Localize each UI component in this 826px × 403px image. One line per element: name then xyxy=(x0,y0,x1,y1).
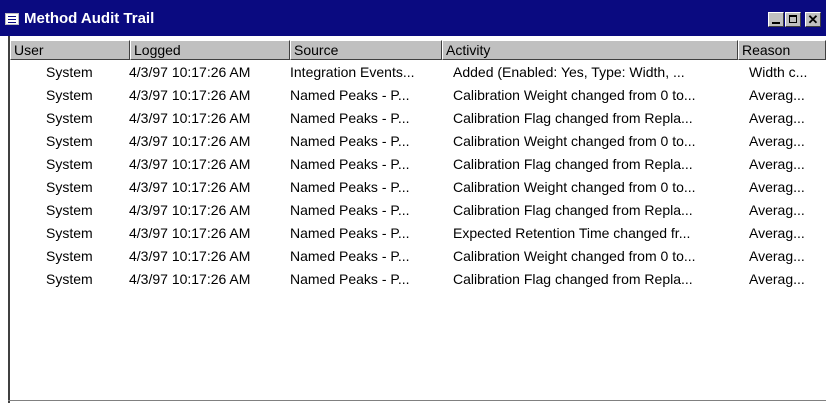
cell-reason: Averag... xyxy=(749,271,805,287)
cell-reason: Averag... xyxy=(749,202,805,218)
window-menu-icon[interactable] xyxy=(5,13,19,25)
cell-reason: Averag... xyxy=(749,156,805,172)
cell-reason: Averag... xyxy=(749,179,805,195)
table-row[interactable]: System 4/3/97 10:17:26 AM Named Peaks - … xyxy=(10,107,826,130)
cell-source: Named Peaks - P... xyxy=(290,271,410,287)
cell-reason: Averag... xyxy=(749,110,805,126)
cell-logged: 4/3/97 10:17:26 AM xyxy=(129,202,251,218)
cell-activity: Calibration Flag changed from Repla... xyxy=(453,271,693,287)
maximize-button[interactable] xyxy=(785,12,801,27)
table-row[interactable]: System 4/3/97 10:17:26 AM Integration Ev… xyxy=(10,61,826,84)
cell-user: System xyxy=(46,179,93,195)
cell-logged: 4/3/97 10:17:26 AM xyxy=(129,87,251,103)
cell-reason: Averag... xyxy=(749,248,805,264)
cell-user: System xyxy=(46,248,93,264)
window-title: Method Audit Trail xyxy=(24,10,155,27)
cell-logged: 4/3/97 10:17:26 AM xyxy=(129,110,251,126)
maximize-icon xyxy=(789,15,797,23)
minimize-icon xyxy=(772,22,780,24)
cell-user: System xyxy=(46,64,93,80)
cell-user: System xyxy=(46,87,93,103)
cell-reason: Averag... xyxy=(749,133,805,149)
audit-trail-list[interactable]: User Logged Source Activity Reason Syste… xyxy=(8,36,826,403)
table-row[interactable]: System 4/3/97 10:17:26 AM Named Peaks - … xyxy=(10,176,826,199)
cell-user: System xyxy=(46,225,93,241)
cell-source: Named Peaks - P... xyxy=(290,225,410,241)
cell-reason: Width c... xyxy=(749,64,808,80)
cell-activity: Calibration Flag changed from Repla... xyxy=(453,156,693,172)
column-header-user[interactable]: User xyxy=(10,40,130,60)
close-button[interactable]: ✕ xyxy=(805,12,821,27)
cell-reason: Averag... xyxy=(749,87,805,103)
table-row[interactable]: System 4/3/97 10:17:26 AM Named Peaks - … xyxy=(10,268,826,291)
cell-activity: Calibration Weight changed from 0 to... xyxy=(453,133,696,149)
table-row[interactable]: System 4/3/97 10:17:26 AM Named Peaks - … xyxy=(10,199,826,222)
minimize-button[interactable] xyxy=(768,12,784,27)
table-row[interactable]: System 4/3/97 10:17:26 AM Named Peaks - … xyxy=(10,130,826,153)
cell-user: System xyxy=(46,271,93,287)
cell-activity: Calibration Weight changed from 0 to... xyxy=(453,248,696,264)
cell-source: Integration Events... xyxy=(290,64,415,80)
method-audit-trail-window: Method Audit Trail ✕ User Logged Source … xyxy=(0,0,826,403)
table-row[interactable]: System 4/3/97 10:17:26 AM Named Peaks - … xyxy=(10,153,826,176)
cell-logged: 4/3/97 10:17:26 AM xyxy=(129,64,251,80)
column-header-reason[interactable]: Reason xyxy=(738,40,826,60)
table-row[interactable]: System 4/3/97 10:17:26 AM Named Peaks - … xyxy=(10,84,826,107)
cell-user: System xyxy=(46,133,93,149)
cell-source: Named Peaks - P... xyxy=(290,179,410,195)
cell-source: Named Peaks - P... xyxy=(290,87,410,103)
cell-source: Named Peaks - P... xyxy=(290,110,410,126)
list-bottom-border xyxy=(8,400,826,401)
cell-logged: 4/3/97 10:17:26 AM xyxy=(129,179,251,195)
cell-logged: 4/3/97 10:17:26 AM xyxy=(129,156,251,172)
cell-logged: 4/3/97 10:17:26 AM xyxy=(129,271,251,287)
column-header-activity[interactable]: Activity xyxy=(442,40,738,60)
column-header-logged[interactable]: Logged xyxy=(130,40,290,60)
cell-activity: Calibration Flag changed from Repla... xyxy=(453,202,693,218)
cell-source: Named Peaks - P... xyxy=(290,248,410,264)
cell-logged: 4/3/97 10:17:26 AM xyxy=(129,133,251,149)
title-bar[interactable]: Method Audit Trail ✕ xyxy=(0,0,826,36)
cell-activity: Added (Enabled: Yes, Type: Width, ... xyxy=(453,64,685,80)
cell-activity: Calibration Flag changed from Repla... xyxy=(453,110,693,126)
cell-user: System xyxy=(46,156,93,172)
cell-activity: Calibration Weight changed from 0 to... xyxy=(453,87,696,103)
cell-source: Named Peaks - P... xyxy=(290,133,410,149)
cell-activity: Expected Retention Time changed fr... xyxy=(453,225,691,241)
cell-activity: Calibration Weight changed from 0 to... xyxy=(453,179,696,195)
cell-logged: 4/3/97 10:17:26 AM xyxy=(129,248,251,264)
list-header: User Logged Source Activity Reason xyxy=(10,40,826,60)
column-header-source[interactable]: Source xyxy=(290,40,442,60)
cell-user: System xyxy=(46,202,93,218)
table-row[interactable]: System 4/3/97 10:17:26 AM Named Peaks - … xyxy=(10,245,826,268)
cell-source: Named Peaks - P... xyxy=(290,202,410,218)
cell-source: Named Peaks - P... xyxy=(290,156,410,172)
table-row[interactable]: System 4/3/97 10:17:26 AM Named Peaks - … xyxy=(10,222,826,245)
cell-user: System xyxy=(46,110,93,126)
cell-logged: 4/3/97 10:17:26 AM xyxy=(129,225,251,241)
close-icon: ✕ xyxy=(807,12,819,27)
cell-reason: Averag... xyxy=(749,225,805,241)
